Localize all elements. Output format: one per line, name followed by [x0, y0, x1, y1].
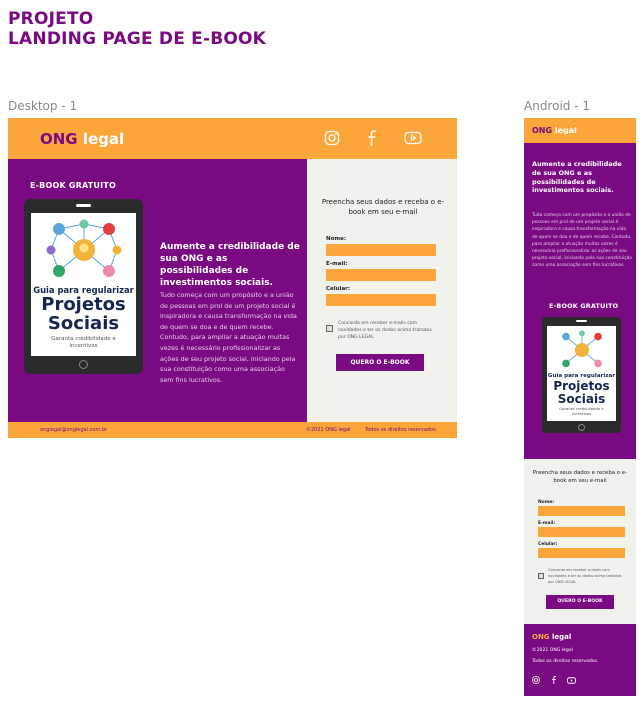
android-consent-text: Concordo em receber e-mails com novidade…	[548, 568, 622, 584]
android-name-label: Nome:	[538, 500, 554, 505]
ong-legal-logo[interactable]: ONG legal	[40, 130, 124, 148]
android-tablet-home-button	[578, 424, 585, 431]
consent-checkbox[interactable]	[326, 325, 333, 332]
name-label: Nome:	[326, 236, 347, 242]
hero-body: Tudo começa com um propósito e a união d…	[160, 291, 297, 384]
tablet-camera	[76, 204, 91, 207]
android-header: ONG legal	[524, 118, 636, 143]
instagram-icon[interactable]	[324, 130, 340, 146]
android-consent-checkbox[interactable]	[538, 573, 544, 579]
footer-rights: Todos os direitos reservados.	[365, 427, 438, 433]
android-cover-subtitle: Garanta credibilidade e incentivos	[559, 406, 604, 416]
project-title-line1: PROJETO	[8, 9, 94, 29]
android-submit-button[interactable]: QUERO O E-BOOK	[546, 595, 614, 609]
android-frame: ONG legal Aumente a credibilidade de sua…	[524, 118, 636, 696]
android-email-input[interactable]	[538, 527, 625, 537]
android-ebook-label: E-BOOK GRATUITO	[549, 302, 619, 310]
name-input[interactable]	[326, 244, 436, 256]
android-cover-line3: Sociais	[557, 392, 606, 406]
desktop-frame: ONG legal E-BOOK GRATUITO Guia para regu…	[8, 118, 457, 438]
desktop-form-panel: Preencha seus dados e receba o e-book em…	[307, 159, 457, 422]
android-logo[interactable]: ONG legal	[532, 126, 577, 135]
android-footer-logo-legal: legal	[552, 633, 572, 641]
cover-line3: Sociais	[47, 313, 120, 334]
android-tablet-mockup: Guia para regularizar Projetos Sociais G…	[542, 317, 621, 433]
tablet-mockup: Guia para regularizar Projetos Sociais G…	[24, 199, 143, 374]
android-frame-label[interactable]: Android - 1	[524, 99, 590, 113]
logo-ong: ONG	[40, 130, 78, 148]
android-phone-label: Celular:	[538, 542, 558, 547]
android-footer-rights: Todos os direitos reservados.	[532, 659, 599, 664]
desktop-header: ONG legal	[8, 118, 457, 159]
android-footer: ONG legal ©2021 ONG legal Todos os direi…	[524, 624, 636, 696]
android-logo-ong: ONG	[532, 126, 553, 135]
facebook-icon[interactable]	[366, 129, 378, 147]
desktop-frame-label[interactable]: Desktop - 1	[8, 99, 77, 113]
project-title: PROJETO LANDING PAGE DE E-BOOK	[8, 9, 266, 49]
email-input[interactable]	[326, 269, 436, 281]
android-tablet-camera	[576, 320, 587, 322]
canvas: PROJETO LANDING PAGE DE E-BOOK Desktop -…	[0, 0, 644, 704]
android-instagram-icon[interactable]	[532, 676, 540, 684]
form-title: Preencha seus dados e receba o e-book em…	[321, 198, 445, 216]
logo-legal: legal	[82, 130, 125, 148]
android-facebook-icon[interactable]	[551, 675, 557, 685]
android-footer-logo[interactable]: ONG legal	[532, 633, 571, 641]
android-network-illustration	[562, 330, 602, 368]
desktop-hero: E-BOOK GRATUITO Guia para regularizar Pr…	[8, 159, 307, 422]
youtube-icon[interactable]	[404, 131, 422, 145]
cover-subtitle: Garanta credibilidade e incentivos	[51, 336, 116, 349]
consent-text: Concordo em receber e-mails com novidade…	[338, 321, 432, 341]
submit-button[interactable]: QUERO O E-BOOK	[336, 354, 424, 371]
android-footer-logo-ong: ONG	[532, 633, 550, 641]
android-hero-body: Tudo começa com um propósito e a união d…	[532, 213, 632, 269]
android-name-input[interactable]	[538, 506, 625, 516]
hero-heading: Aumente a credibilidade de sua ONG e as …	[160, 242, 300, 288]
android-form-title: Preencha seus dados e receba o e-book em…	[532, 470, 628, 484]
cover-line2: Projetos	[41, 294, 126, 315]
network-illustration	[46, 219, 122, 277]
android-form-panel: Preencha seus dados e receba o e-book em…	[524, 459, 636, 624]
ebook-free-label: E-BOOK GRATUITO	[30, 181, 116, 190]
android-hero-heading: Aumente a credibilidade de sua ONG e as …	[532, 160, 622, 195]
phone-label: Celular:	[326, 286, 351, 292]
tablet-home-button	[79, 360, 88, 369]
footer-copyright: ©2021 ONG legal	[306, 427, 351, 433]
android-ebook-cover: Guia para regularizar Projetos Sociais G…	[547, 326, 616, 421]
desktop-footer: onglegal@onglegal.com.br ©2021 ONG legal…	[8, 422, 457, 438]
phone-input[interactable]	[326, 294, 436, 306]
footer-email[interactable]: onglegal@onglegal.com.br	[40, 427, 107, 433]
ebook-cover: Guia para regularizar Projetos Sociais G…	[31, 213, 136, 356]
android-phone-input[interactable]	[538, 548, 625, 558]
android-footer-copyright: ©2021 ONG legal	[532, 648, 573, 653]
android-youtube-icon[interactable]	[567, 677, 576, 684]
email-label: E-mail:	[326, 261, 348, 267]
android-email-label: E-mail:	[538, 521, 556, 526]
project-title-line2: LANDING PAGE DE E-BOOK	[8, 29, 267, 49]
android-logo-legal: legal	[554, 126, 577, 135]
